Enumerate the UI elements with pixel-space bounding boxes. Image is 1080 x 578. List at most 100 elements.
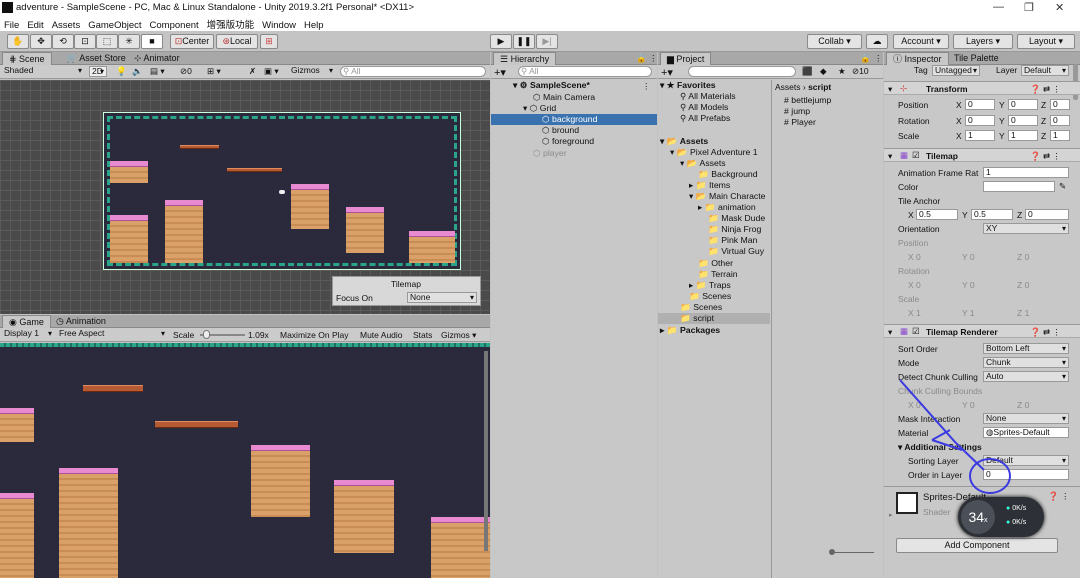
hidden-objects-icon[interactable]: ⊘0 <box>180 66 192 77</box>
grid-icon[interactable]: ⊞ ▾ <box>207 66 221 77</box>
lighting-icon[interactable]: 💡 <box>116 66 127 77</box>
position-y-field[interactable]: 0 <box>1008 99 1038 110</box>
shading-dropdown[interactable]: Shaded <box>2 66 84 77</box>
filter-type-icon[interactable]: ⬛ <box>802 66 813 77</box>
position-x-field[interactable]: 0 <box>965 99 995 110</box>
maximize-on-play-toggle[interactable]: Maximize On Play <box>280 330 349 340</box>
menu-window[interactable]: Window <box>258 19 300 31</box>
rotation-x-field[interactable]: 0 <box>965 115 995 126</box>
panel-menu-icon[interactable]: ⋮ <box>874 53 883 64</box>
tab-project[interactable]: ▆ Project <box>660 52 712 65</box>
hidden-packages-icon[interactable]: ⊘10 <box>852 66 869 77</box>
hierarchy-item-grid[interactable]: ▾ ⬡ Grid <box>523 103 556 114</box>
scene-search-input[interactable]: ⚲ All <box>340 66 486 77</box>
scale-x-field[interactable]: 1 <box>965 130 995 141</box>
hierarchy-item-background[interactable]: ⬡ background <box>491 114 657 125</box>
hierarchy-item-foreground[interactable]: ⬡ foreground <box>542 136 594 147</box>
help-icon[interactable]: ❓ ⋮ <box>1048 491 1069 502</box>
tree-favorites[interactable]: ▾ ★ Favorites <box>660 80 716 91</box>
hierarchy-item-main-camera[interactable]: ⬡ Main Camera <box>533 92 595 103</box>
foldout-icon[interactable]: ▾ <box>888 327 892 338</box>
tree-traps[interactable]: ▸ 📁 Traps <box>689 280 731 291</box>
gizmos-dropdown[interactable]: Gizmos <box>289 66 335 77</box>
add-component-button[interactable]: Add Component <box>896 538 1058 553</box>
tools-icon[interactable]: ✗ <box>249 66 256 77</box>
hierarchy-search-input[interactable]: ⚲ All <box>518 66 652 77</box>
scene-menu-icon[interactable]: ⋮ <box>642 81 651 92</box>
tree-pa-assets[interactable]: ▾ 📂 Assets <box>680 158 726 169</box>
help-icon[interactable]: ❓ ⇄ ⋮ <box>1030 327 1061 338</box>
grid-snap-icon[interactable]: ⊞ <box>260 34 278 49</box>
breadcrumb-script[interactable]: script <box>808 82 831 92</box>
move-tool-icon[interactable]: ✥ <box>30 34 52 49</box>
tree-virtual-guy[interactable]: 📁 Virtual Guy <box>708 246 764 257</box>
tab-hierarchy[interactable]: ☰ Hierarchy <box>493 52 557 65</box>
scale-y-field[interactable]: 1 <box>1008 130 1038 141</box>
rotation-y-field[interactable]: 0 <box>1008 115 1038 126</box>
transform-header[interactable]: ▾ ⊹ Transform ❓ ⇄ ⋮ <box>884 81 1080 95</box>
tree-other[interactable]: 📁 Other <box>698 258 733 269</box>
tree-pa-scenes[interactable]: 📁 Scenes <box>689 291 731 302</box>
menu-component[interactable]: Component <box>146 19 203 31</box>
tree-main-character[interactable]: ▾ 📂 Main Characte <box>689 191 766 202</box>
pivot-local-button[interactable]: ⊛Local <box>216 34 258 49</box>
mode-dropdown[interactable]: Chunk <box>983 357 1069 368</box>
maximize-icon[interactable]: ❐ <box>1024 1 1034 14</box>
menu-assets[interactable]: Assets <box>48 19 85 31</box>
cloud-icon[interactable]: ☁ <box>866 34 888 49</box>
favorite-icon[interactable]: ★ <box>838 66 846 77</box>
scene-viewport[interactable]: Tilemap Focus On None <box>0 80 490 314</box>
tree-animation[interactable]: ▸ 📁 animation <box>698 202 756 213</box>
mute-audio-toggle[interactable]: Mute Audio <box>360 330 403 340</box>
pause-button-icon[interactable]: ❚❚ <box>513 34 535 49</box>
icon-size-slider-thumb[interactable] <box>829 549 835 555</box>
menu-file[interactable]: File <box>0 19 23 31</box>
foldout-icon[interactable]: ▾ <box>888 84 892 95</box>
frame-rate-field[interactable]: 1 <box>983 167 1069 178</box>
hierarchy-item-bround[interactable]: ⬡ bround <box>542 125 579 136</box>
rotate-tool-icon[interactable]: ⟲ <box>52 34 74 49</box>
tree-terrain[interactable]: 📁 Terrain <box>698 269 738 280</box>
filter-label-icon[interactable]: ◆ <box>820 66 827 77</box>
tilemap-renderer-header[interactable]: ▾ ▦ ☑ Tilemap Renderer ❓ ⇄ ⋮ <box>884 324 1080 338</box>
tree-all-models[interactable]: ⚲ All Models <box>680 102 728 113</box>
game-viewport[interactable] <box>0 343 490 578</box>
2d-toggle[interactable]: 2D <box>89 66 107 77</box>
game-gizmos-dropdown[interactable]: Gizmos ▾ <box>441 330 476 341</box>
hand-tool-icon[interactable]: ✋ <box>7 34 29 49</box>
tab-animator[interactable]: ⊹ Animator <box>128 52 186 65</box>
anchor-y-field[interactable]: 0.5 <box>971 209 1013 220</box>
step-button-icon[interactable]: ▶| <box>536 34 558 49</box>
lock-icon[interactable]: 🔒 <box>860 53 871 64</box>
aspect-dropdown[interactable]: Free Aspect <box>57 329 167 340</box>
camera-icon[interactable]: ▣ ▾ <box>264 66 279 77</box>
tree-all-prefabs[interactable]: ⚲ All Prefabs <box>680 113 730 124</box>
tree-script[interactable]: 📁 script <box>658 313 770 324</box>
menu-gameobject[interactable]: GameObject <box>84 19 145 31</box>
sort-order-dropdown[interactable]: Bottom Left <box>983 343 1069 354</box>
hierarchy-scene-root[interactable]: ▾ ⚙ SampleScene* <box>513 80 590 91</box>
breadcrumb-assets[interactable]: Assets <box>775 82 801 92</box>
custom-tool-icon[interactable]: ■ <box>141 34 163 49</box>
display-dropdown[interactable]: Display 1 <box>2 329 54 340</box>
tree-all-materials[interactable]: ⚲ All Materials <box>680 91 736 102</box>
enabled-checkbox[interactable]: ☑ <box>912 150 920 161</box>
orientation-dropdown[interactable]: XY <box>983 223 1069 234</box>
scale-tool-icon[interactable]: ⊡ <box>74 34 96 49</box>
tab-tile-palette[interactable]: Tile Palette <box>948 52 1005 65</box>
anchor-x-field[interactable]: 0.5 <box>916 209 958 220</box>
file-item[interactable]: # jump <box>784 106 810 116</box>
foldout-icon[interactable]: ▾ <box>888 151 892 162</box>
pivot-center-button[interactable]: ⊡Center <box>170 34 214 49</box>
tree-assets[interactable]: ▾ 📂 Assets <box>660 136 708 147</box>
layer-dropdown[interactable]: Default <box>1021 65 1069 76</box>
tree-pink-man[interactable]: 📁 Pink Man <box>708 235 757 246</box>
project-search-input[interactable] <box>688 66 796 77</box>
tab-scene[interactable]: ⋕ Scene <box>2 52 52 65</box>
tree-packages[interactable]: ▸ 📁 Packages <box>660 325 720 336</box>
tree-mask-dude[interactable]: 📁 Mask Dude <box>708 213 765 224</box>
help-icon[interactable]: ❓ ⇄ ⋮ <box>1030 151 1061 162</box>
game-scrollbar[interactable] <box>484 351 488 551</box>
panel-menu-icon[interactable]: ⋮ <box>649 53 658 64</box>
create-plus-icon[interactable]: +▾ <box>661 66 673 79</box>
